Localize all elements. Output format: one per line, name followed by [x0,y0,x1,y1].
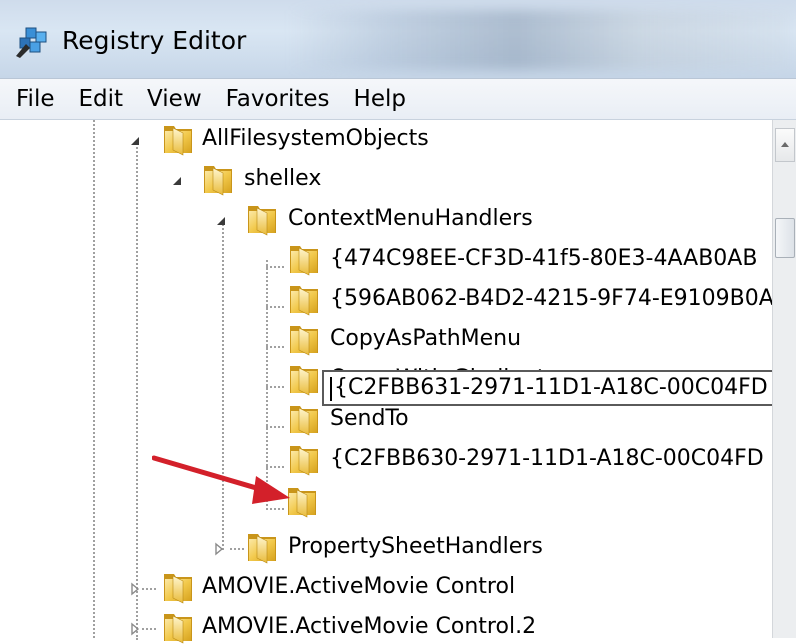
menu-favorites[interactable]: Favorites [214,79,342,119]
tree-guide-line [266,346,284,348]
tree-node-amovie[interactable]: AMOVIE.ActiveMovie Control [202,572,515,602]
tree-node-handler[interactable]: {474C98EE-CF3D-41f5-80E3-4AAB0AB [330,244,757,274]
title-bar: Registry Editor [0,0,796,78]
folder-icon [200,162,236,196]
collapse-triangle-icon[interactable] [214,214,228,228]
tree-guide-line [266,266,284,268]
rename-key-value: {C2FBB631-2971-11D1-A18C-00C04FD [334,375,768,400]
tree-node-handler[interactable]: {C2FBB630-2971-11D1-A18C-00C04FD [330,444,764,474]
collapse-triangle-icon[interactable] [170,174,184,188]
scroll-thumb[interactable] [775,218,795,258]
tree-guide-line [266,306,284,308]
menu-view[interactable]: View [135,79,214,119]
tree-guide-line [136,140,138,640]
tree-node-allfilesystemobjects[interactable]: AllFilesystemObjects [202,124,429,154]
expand-triangle-icon[interactable] [212,542,226,556]
folder-icon [160,610,196,644]
folder-icon [286,322,322,356]
menu-file[interactable]: File [0,79,67,119]
title-bar-glass [290,10,790,70]
expand-triangle-icon[interactable] [128,622,142,636]
folder-icon [286,402,322,436]
tree-node-contextmenuhandlers[interactable]: ContextMenuHandlers [288,204,533,234]
menu-bar: File Edit View Favorites Help [0,78,796,120]
tree-guide-line [266,426,284,428]
tree-guide-line [93,120,95,638]
folder-icon [160,122,196,156]
vertical-scrollbar[interactable] [772,120,796,638]
menu-help[interactable]: Help [342,79,418,119]
folder-icon [286,362,322,396]
tree-guide-line [230,548,244,550]
tree-guide-line [142,588,156,590]
registry-tree[interactable]: AllFilesystemObjects shellex ContextMenu… [0,120,796,638]
rename-key-input[interactable]: {C2FBB631-2971-11D1-A18C-00C04FD [322,370,782,406]
tree-node-handler[interactable]: CopyAsPathMenu [330,324,521,354]
folder-icon [286,242,322,276]
registry-editor-icon [16,27,47,58]
tree-guide-line [266,386,284,388]
folder-icon [244,202,280,236]
tree-node-propertysheethandlers[interactable]: PropertySheetHandlers [288,532,543,562]
text-caret [330,377,332,401]
chevron-up-icon [781,142,789,147]
annotation-arrow-icon [152,455,290,504]
expand-triangle-icon[interactable] [128,582,142,596]
tree-guide-line [142,628,156,630]
folder-icon [286,282,322,316]
folder-icon [244,530,280,564]
collapse-triangle-icon[interactable] [128,134,142,148]
window-title: Registry Editor [62,26,247,55]
menu-edit[interactable]: Edit [67,79,136,119]
folder-icon [160,570,196,604]
tree-node-shellex[interactable]: shellex [244,164,321,194]
tree-node-handler[interactable]: {596AB062-B4D2-4215-9F74-E9109B0A [330,284,774,314]
scroll-up-button[interactable] [775,128,795,162]
tree-node-handler[interactable]: SendTo [330,404,409,434]
